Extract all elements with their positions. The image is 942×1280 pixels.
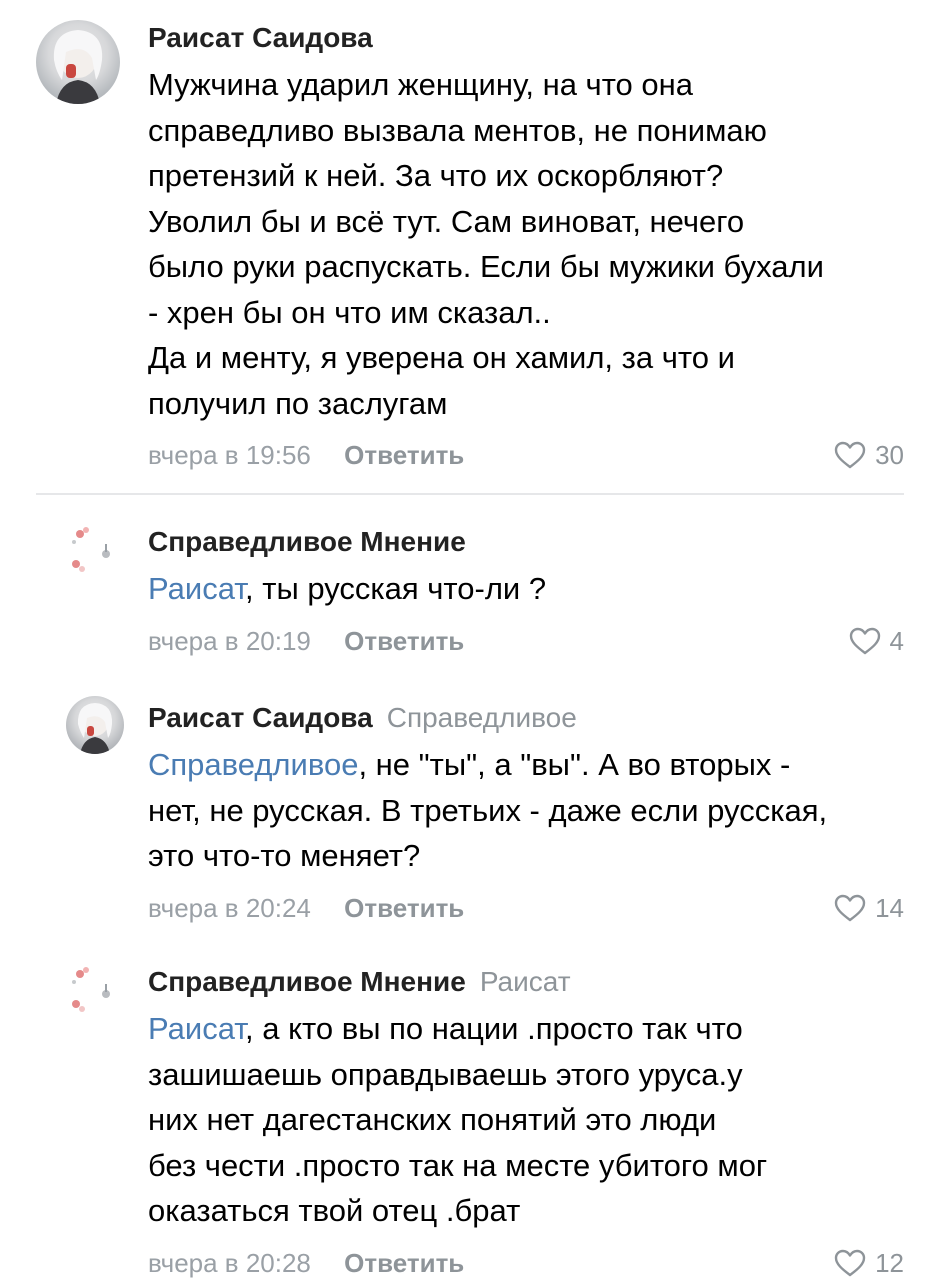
comment-line: это что-то меняет?	[148, 838, 421, 873]
like-button[interactable]: 14	[833, 891, 904, 925]
comment-line: справедливо вызвала ментов, не понимаю	[148, 112, 767, 148]
comment-divider	[36, 493, 904, 495]
comment-line: Раисат, ты русская что-ли ?	[148, 571, 547, 606]
comment-meta: вчера в 20:19 Ответить 4	[148, 624, 904, 658]
comment-header: Раисат Саидова Справедливое	[148, 700, 904, 736]
reply-to-name[interactable]: Справедливое	[387, 702, 577, 733]
comment-line: Справедливое, не "ты", а "вы". А во втор…	[148, 747, 791, 782]
comment-line: Уволил бы и всё тут. Сам виноват, нечего	[148, 203, 745, 239]
comment-meta: вчера в 19:56 Ответить 30	[148, 438, 904, 472]
avatar-photo	[53, 30, 103, 104]
comment-text: Раисат, а кто вы по нации .просто так чт…	[148, 1006, 904, 1234]
like-button[interactable]: 12	[833, 1246, 904, 1280]
comment-meta: вчера в 20:24 Ответить 14	[148, 891, 904, 925]
mention-link[interactable]: Раисат	[148, 571, 245, 606]
like-count: 4	[889, 625, 904, 656]
comment-line: нет, не русская. В третьих - даже если р…	[148, 792, 828, 828]
comment-date: вчера в 20:19	[148, 625, 311, 656]
like-count: 12	[875, 1247, 904, 1278]
comment-line: Раисат, а кто вы по нации .просто так чт…	[148, 1011, 743, 1046]
like-count: 30	[875, 440, 904, 470]
like-count: 14	[875, 892, 904, 923]
reply-button[interactable]: Ответить	[344, 1248, 464, 1278]
reply-button[interactable]: Ответить	[344, 440, 464, 470]
comment-header: Справедливое Мнение Раисат	[148, 964, 904, 1000]
like-button[interactable]: 4	[848, 624, 904, 658]
comment-date: вчера в 20:28	[148, 1247, 311, 1278]
mention-link[interactable]: Раисат	[148, 1011, 245, 1046]
comment-date: вчера в 20:24	[148, 892, 311, 923]
mention-link[interactable]: Справедливое	[148, 747, 358, 782]
flowers-avatar	[72, 967, 110, 1012]
like-button[interactable]: 30	[833, 438, 904, 472]
comment-line: было руки распускать. Если бы мужики бух…	[148, 249, 824, 284]
avatar[interactable]	[66, 696, 124, 754]
comment-header: Раисат Саидова	[148, 20, 904, 56]
author-name[interactable]: Раисат Саидова	[148, 702, 373, 733]
avatar-photo	[77, 703, 113, 754]
comment-line: оказаться твой отец .брат	[148, 1193, 521, 1228]
author-name[interactable]: Справедливое Мнение	[148, 966, 466, 997]
comment-meta: вчера в 20:28 Ответить 12	[148, 1246, 904, 1280]
comment-line: претензий к ней. За что их оскорбляют?	[148, 158, 724, 193]
comment-line: получил по заслугам	[148, 385, 448, 421]
comment-text: Мужчина ударил женщину, на что она справ…	[148, 62, 904, 426]
author-name[interactable]: Раисат Саидова	[148, 22, 373, 53]
heart-outline-icon	[833, 893, 867, 923]
avatar[interactable]	[36, 20, 120, 104]
comment-text: Справедливое, не "ты", а "вы". А во втор…	[148, 742, 904, 879]
reply-button[interactable]: Ответить	[344, 893, 464, 923]
comment-line: Мужчина ударил женщину, на что она	[148, 67, 693, 102]
author-name[interactable]: Справедливое Мнение	[148, 526, 466, 557]
heart-outline-icon	[833, 440, 867, 470]
comment-header: Справедливое Мнение	[148, 524, 904, 560]
heart-outline-icon	[848, 626, 882, 656]
comment-date: вчера в 19:56	[148, 440, 311, 470]
avatar[interactable]	[66, 964, 124, 1022]
comment-line: Да и менту, я уверена он хамил, за что и	[148, 340, 735, 375]
reply-to-name[interactable]: Раисат	[480, 966, 571, 997]
comment-line: без чести .просто так на месте убитого м…	[148, 1147, 768, 1183]
comment-text: Раисат, ты русская что-ли ?	[148, 566, 904, 612]
heart-outline-icon	[833, 1248, 867, 1278]
comment-line: - хрен бы он что им сказал..	[148, 294, 551, 330]
flowers-avatar	[72, 527, 110, 572]
reply-button[interactable]: Ответить	[344, 626, 464, 656]
comment-line: них нет дагестанских понятий это люди	[148, 1102, 717, 1137]
avatar[interactable]	[66, 524, 124, 582]
comment-line: зашишаешь оправдываешь этого уруса.у	[148, 1056, 743, 1092]
